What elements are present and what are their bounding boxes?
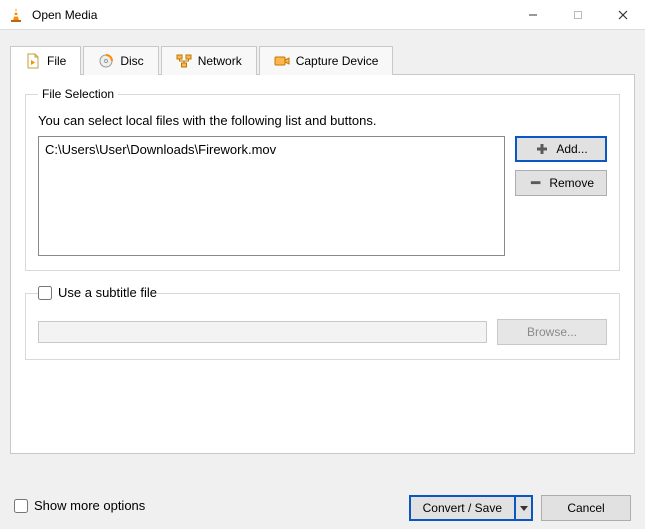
browse-subtitle-label: Browse... bbox=[527, 325, 577, 339]
file-list-item[interactable]: C:\Users\User\Downloads\Firework.mov bbox=[45, 141, 498, 158]
disc-icon bbox=[98, 53, 114, 69]
subtitle-group: Use a subtitle file Browse... bbox=[25, 285, 620, 360]
minus-icon bbox=[528, 175, 543, 191]
file-selection-group: File Selection You can select local file… bbox=[25, 87, 620, 271]
file-selection-hint: You can select local files with the foll… bbox=[38, 113, 607, 128]
subtitle-path-input bbox=[38, 321, 487, 343]
tab-capture-label: Capture Device bbox=[296, 54, 379, 68]
convert-save-label: Convert / Save bbox=[423, 501, 502, 515]
show-more-options-label: Show more options bbox=[34, 498, 145, 513]
dialog-footer: Convert / Save Cancel bbox=[409, 495, 631, 521]
add-button-label: Add... bbox=[556, 142, 587, 156]
tab-panel-file: File Selection You can select local file… bbox=[10, 74, 635, 454]
titlebar: Open Media bbox=[0, 0, 645, 30]
tab-file-label: File bbox=[47, 54, 66, 68]
file-icon bbox=[25, 53, 41, 69]
network-icon bbox=[176, 53, 192, 69]
use-subtitle-checkbox-input[interactable] bbox=[38, 286, 52, 300]
chevron-down-icon bbox=[520, 504, 528, 512]
show-more-options-input[interactable] bbox=[14, 499, 28, 513]
tab-network-label: Network bbox=[198, 54, 242, 68]
cancel-button[interactable]: Cancel bbox=[541, 495, 631, 521]
capture-device-icon bbox=[274, 53, 290, 69]
file-selection-legend: File Selection bbox=[38, 87, 118, 101]
convert-save-dropdown[interactable] bbox=[515, 495, 533, 521]
show-more-options-checkbox[interactable]: Show more options bbox=[14, 498, 145, 513]
remove-button[interactable]: Remove bbox=[515, 170, 607, 196]
vlc-cone-icon bbox=[8, 7, 24, 23]
client-area: File Disc Network Capture Devi bbox=[0, 30, 645, 529]
use-subtitle-label: Use a subtitle file bbox=[58, 285, 157, 300]
add-button[interactable]: Add... bbox=[515, 136, 607, 162]
use-subtitle-checkbox[interactable]: Use a subtitle file bbox=[38, 285, 157, 300]
browse-subtitle-button: Browse... bbox=[497, 319, 607, 345]
tab-network[interactable]: Network bbox=[161, 46, 257, 75]
maximize-button[interactable] bbox=[555, 0, 600, 30]
tabstrip: File Disc Network Capture Devi bbox=[10, 44, 635, 74]
close-button[interactable] bbox=[600, 0, 645, 30]
plus-icon bbox=[534, 141, 550, 157]
window-title: Open Media bbox=[32, 8, 97, 22]
tab-file[interactable]: File bbox=[10, 46, 81, 75]
file-list[interactable]: C:\Users\User\Downloads\Firework.mov bbox=[38, 136, 505, 256]
convert-save-splitbutton: Convert / Save bbox=[409, 495, 533, 521]
cancel-label: Cancel bbox=[567, 501, 604, 515]
minimize-button[interactable] bbox=[510, 0, 555, 30]
tab-capture[interactable]: Capture Device bbox=[259, 46, 394, 75]
tab-disc[interactable]: Disc bbox=[83, 46, 158, 75]
tab-disc-label: Disc bbox=[120, 54, 143, 68]
convert-save-button[interactable]: Convert / Save bbox=[409, 495, 515, 521]
remove-button-label: Remove bbox=[549, 176, 594, 190]
